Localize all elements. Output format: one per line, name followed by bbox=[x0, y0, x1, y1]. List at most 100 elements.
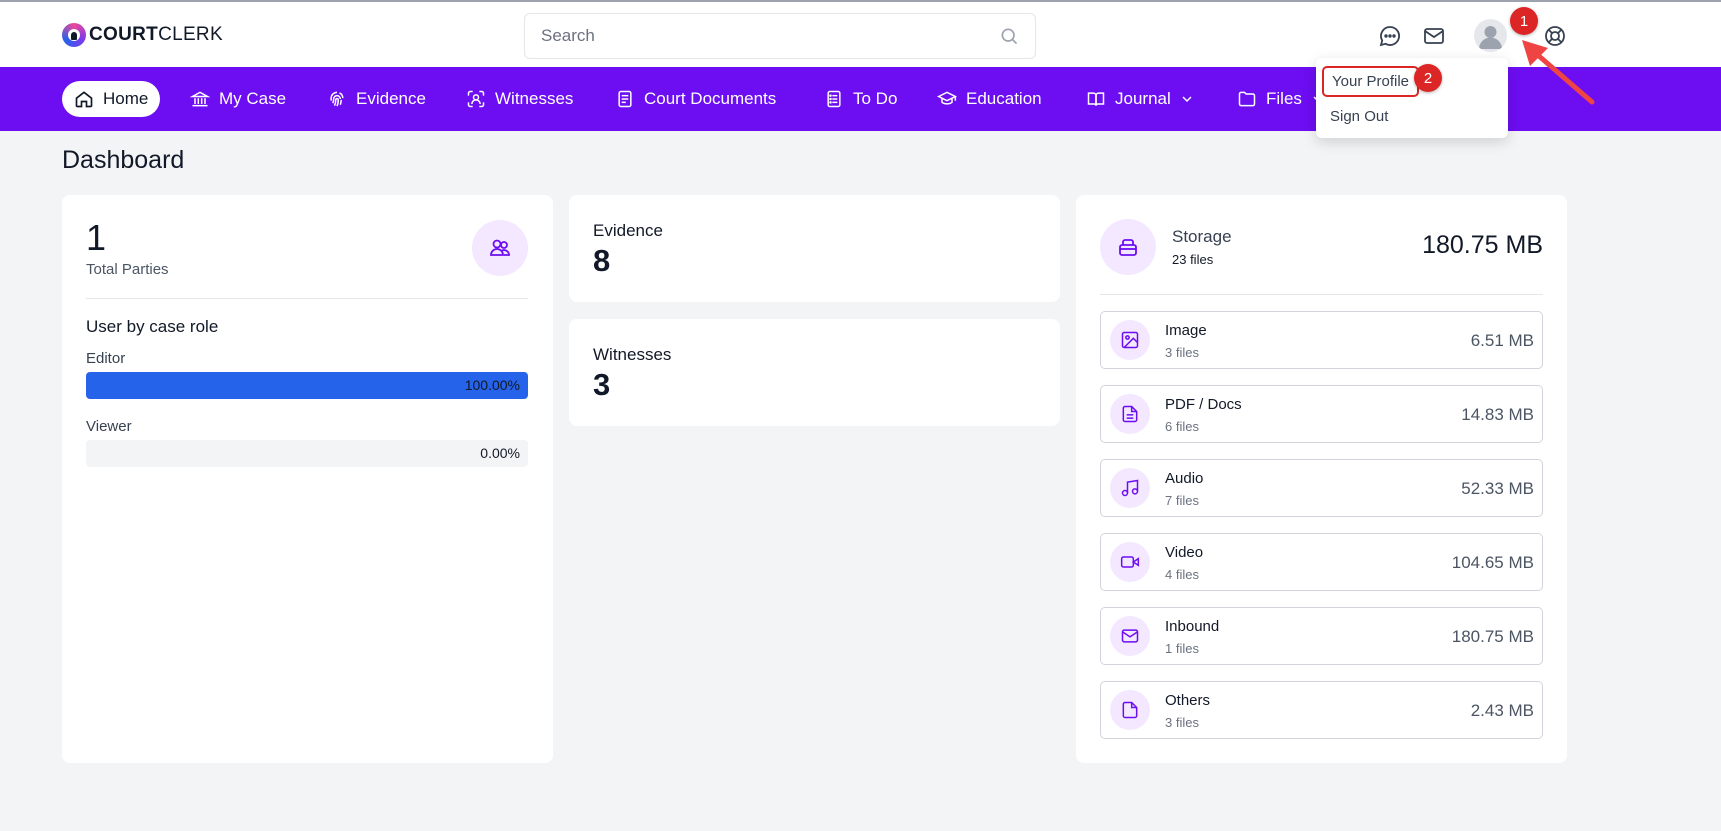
file-category-count: 4 files bbox=[1165, 567, 1199, 582]
fingerprint-icon bbox=[330, 91, 344, 107]
file-category-name: Image bbox=[1165, 322, 1207, 339]
role-name-viewer: Viewer bbox=[86, 418, 132, 435]
file-category-size: 180.75 MB bbox=[1451, 627, 1534, 646]
annotation-badge-1: 1 bbox=[1510, 7, 1538, 35]
role-bar-fill bbox=[86, 372, 528, 399]
top-header: COURTCLERK bbox=[0, 0, 1721, 67]
nav-evidence[interactable]: Evidence bbox=[327, 81, 426, 117]
role-percent-label: 0.00% bbox=[480, 445, 520, 461]
journal-icon bbox=[1087, 92, 1105, 106]
face-scan-icon bbox=[467, 90, 485, 108]
storage-file-count: 23 files bbox=[1172, 252, 1214, 267]
file-category-size: 2.43 MB bbox=[1470, 701, 1534, 720]
storage-row-inbound[interactable]: Inbound 1 files 180.75 MB bbox=[1100, 607, 1543, 665]
file-category-name: Others bbox=[1165, 692, 1211, 709]
search-icon[interactable] bbox=[999, 26, 1019, 46]
role-bar-viewer: 0.00% bbox=[86, 440, 528, 467]
storage-title: Storage bbox=[1172, 227, 1232, 246]
storage-icon-wrap bbox=[1100, 219, 1156, 275]
nav-my-case[interactable]: My Case bbox=[190, 81, 286, 117]
nav-to-do[interactable]: To Do bbox=[824, 81, 897, 117]
evidence-count: 8 bbox=[593, 243, 611, 278]
nav-witnesses[interactable]: Witnesses bbox=[466, 81, 573, 117]
logo-mark-icon bbox=[62, 23, 86, 47]
roles-title: User by case role bbox=[86, 317, 219, 336]
graduation-cap-icon bbox=[937, 91, 957, 105]
storage-total-size: 180.75 MB bbox=[1422, 231, 1543, 259]
file-icon-wrap bbox=[1110, 320, 1150, 360]
file-category-count: 7 files bbox=[1165, 493, 1199, 508]
courthouse-icon bbox=[190, 91, 210, 107]
total-parties-label: Total Parties bbox=[86, 261, 169, 278]
file-category-size: 6.51 MB bbox=[1470, 331, 1534, 350]
file-category-count: 3 files bbox=[1165, 345, 1199, 360]
role-bar-editor: 100.00% bbox=[86, 372, 528, 399]
file-icon-wrap bbox=[1110, 542, 1150, 582]
user-menu-dropdown: Your Profile Sign Out bbox=[1316, 58, 1508, 138]
search-input[interactable] bbox=[541, 14, 981, 58]
evidence-stat-card[interactable]: Evidence 8 bbox=[569, 195, 1060, 302]
logo[interactable]: COURTCLERK bbox=[62, 23, 223, 47]
witnesses-count: 3 bbox=[593, 367, 611, 402]
file-text-icon bbox=[1122, 405, 1138, 423]
file-category-size: 52.33 MB bbox=[1461, 479, 1534, 498]
video-icon bbox=[1120, 556, 1140, 568]
mail-icon bbox=[1121, 629, 1139, 643]
file-icon-wrap bbox=[1110, 616, 1150, 656]
nav-home[interactable]: Home bbox=[62, 81, 161, 117]
storage-row-pdf-docs[interactable]: PDF / Docs 6 files 14.83 MB bbox=[1100, 385, 1543, 443]
chat-icon[interactable] bbox=[1378, 24, 1402, 48]
divider bbox=[1100, 294, 1543, 295]
total-parties-count: 1 bbox=[86, 217, 107, 258]
file-category-name: Audio bbox=[1165, 470, 1204, 487]
annotation-badge-2: 2 bbox=[1414, 64, 1442, 92]
storage-row-video[interactable]: Video 4 files 104.65 MB bbox=[1100, 533, 1543, 591]
witnesses-label: Witnesses bbox=[593, 345, 672, 364]
annotation-arrow-icon bbox=[1522, 40, 1595, 105]
sign-out-link[interactable]: Sign Out bbox=[1330, 108, 1388, 125]
search-box bbox=[524, 13, 1036, 59]
file-category-count: 1 files bbox=[1165, 641, 1199, 656]
evidence-label: Evidence bbox=[593, 221, 663, 240]
storage-row-audio[interactable]: Audio 7 files 52.33 MB bbox=[1100, 459, 1543, 517]
nav-files[interactable]: Files bbox=[1237, 81, 1326, 117]
file-icon-wrap bbox=[1110, 394, 1150, 434]
folder-icon bbox=[1238, 91, 1256, 107]
avatar[interactable] bbox=[1474, 19, 1507, 52]
storage-row-image[interactable]: Image 3 files 6.51 MB bbox=[1100, 311, 1543, 369]
role-percent-label: 100.00% bbox=[464, 377, 520, 393]
chevron-down-icon bbox=[1182, 96, 1192, 103]
storage-row-others[interactable]: Others 3 files 2.43 MB bbox=[1100, 681, 1543, 739]
parties-icon-wrap bbox=[472, 220, 528, 276]
file-category-name: PDF / Docs bbox=[1165, 396, 1242, 413]
your-profile-link[interactable]: Your Profile bbox=[1322, 66, 1419, 97]
file-category-count: 3 files bbox=[1165, 715, 1199, 730]
users-icon bbox=[490, 239, 510, 256]
page-title: Dashboard bbox=[62, 146, 185, 174]
checklist-icon bbox=[827, 90, 841, 108]
nav-court-documents[interactable]: Court Documents bbox=[615, 81, 776, 117]
file-category-count: 6 files bbox=[1165, 419, 1199, 434]
image-icon bbox=[1121, 331, 1139, 349]
file-category-name: Video bbox=[1165, 544, 1204, 561]
document-icon bbox=[618, 90, 632, 108]
user-avatar-icon bbox=[1479, 26, 1502, 49]
music-icon bbox=[1121, 479, 1139, 497]
logo-text: COURTCLERK bbox=[89, 24, 223, 45]
mail-icon[interactable] bbox=[1422, 24, 1446, 48]
file-icon-wrap bbox=[1110, 468, 1150, 508]
witnesses-stat-card[interactable]: Witnesses 3 bbox=[569, 319, 1060, 426]
storage-icon bbox=[1119, 239, 1137, 256]
nav-education[interactable]: Education bbox=[937, 81, 1042, 117]
nav-journal[interactable]: Journal bbox=[1086, 81, 1195, 117]
storage-card: Storage 23 files 180.75 MB Image 3 files… bbox=[1076, 195, 1567, 763]
file-icon-wrap bbox=[1110, 690, 1150, 730]
role-name-editor: Editor bbox=[86, 350, 126, 367]
file-category-size: 104.65 MB bbox=[1451, 553, 1534, 572]
parties-card: 1 Total Parties User by case role Editor… bbox=[62, 195, 553, 763]
home-icon bbox=[75, 91, 93, 108]
file-icon bbox=[1122, 701, 1138, 719]
divider bbox=[86, 298, 528, 299]
file-category-size: 14.83 MB bbox=[1461, 405, 1534, 424]
file-category-name: Inbound bbox=[1165, 618, 1220, 635]
